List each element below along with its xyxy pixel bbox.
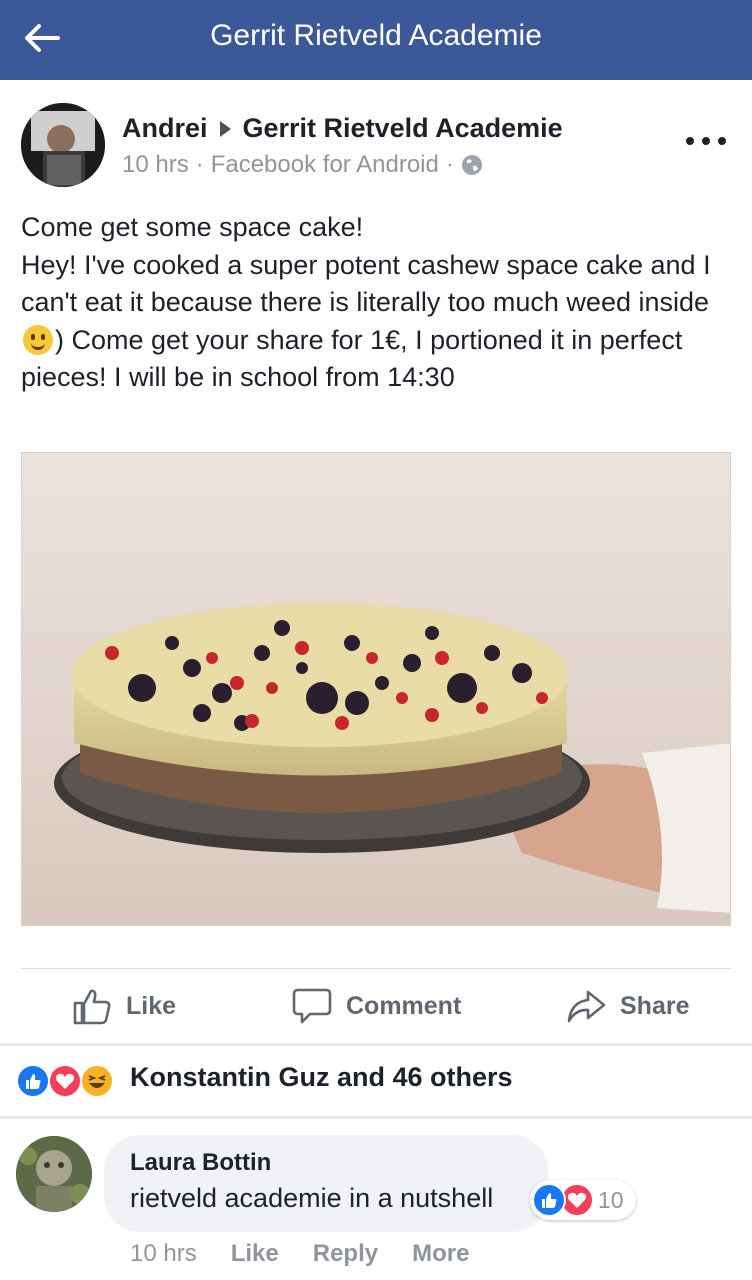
post-meta: 10 hrs · Facebook for Android · xyxy=(122,151,483,179)
comment-like-link[interactable]: Like xyxy=(231,1240,279,1268)
comment-author[interactable]: Laura Bottin xyxy=(130,1149,271,1177)
haha-reaction-icon xyxy=(80,1064,114,1098)
section-separator xyxy=(0,1116,752,1119)
share-button[interactable]: Share xyxy=(566,970,689,1042)
avatar-image xyxy=(16,1136,92,1212)
comment-actions: 10 hrs Like Reply More xyxy=(130,1240,503,1268)
meta-separator: · xyxy=(195,151,204,178)
meta-separator: · xyxy=(445,151,454,178)
reactions-summary[interactable]: Konstantin Guz and 46 others xyxy=(0,1046,752,1116)
page-title: Gerrit Rietveld Academie xyxy=(210,19,542,52)
globe-icon xyxy=(461,155,482,175)
avatar-image xyxy=(21,103,105,187)
share-arrow-icon xyxy=(567,990,606,1023)
commenter-avatar[interactable] xyxy=(16,1136,92,1212)
thumbs-up-icon xyxy=(73,989,111,1025)
group-name[interactable]: Gerrit Rietveld Academie xyxy=(243,113,563,144)
comment-button[interactable]: Comment xyxy=(292,970,461,1042)
comment-reactions[interactable]: 10 xyxy=(530,1180,636,1220)
post-paragraph: Hey! I've cooked a super potent cashew s… xyxy=(21,247,736,397)
comment-reply-link[interactable]: Reply xyxy=(313,1240,378,1268)
reactions-summary-text: Konstantin Guz and 46 others xyxy=(130,1062,513,1092)
like-reaction-icon xyxy=(16,1064,50,1098)
dot-icon xyxy=(702,137,710,145)
post-action-bar: Like Comment Share xyxy=(0,970,752,1042)
post-text-part: ) Come get your share for 1€, I portione… xyxy=(21,324,683,393)
comment-text: rietveld academie in a nutshell xyxy=(130,1183,494,1213)
like-label: Like xyxy=(126,991,177,1020)
love-reaction-icon xyxy=(48,1064,82,1098)
reaction-icons xyxy=(16,1064,122,1098)
author-name[interactable]: Andrei xyxy=(122,113,208,144)
post-time[interactable]: 10 hrs xyxy=(122,151,189,179)
comment-time[interactable]: 10 hrs xyxy=(130,1240,197,1268)
comment-bubble[interactable]: Laura Bottin rietveld academie in a nuts… xyxy=(104,1135,548,1232)
author-avatar[interactable] xyxy=(21,103,105,187)
like-button[interactable]: Like xyxy=(72,970,176,1042)
author-line: Andrei Gerrit Rietveld Academie xyxy=(122,113,563,144)
more-options-button[interactable] xyxy=(686,126,726,156)
post-source: Facebook for Android xyxy=(210,151,439,178)
divider xyxy=(21,968,731,969)
comment-more-link[interactable]: More xyxy=(412,1240,469,1268)
post-title: Come get some space cake! xyxy=(21,212,364,242)
post-body: Come get some space cake! Hey! I've cook… xyxy=(21,209,736,397)
post-header: Andrei Gerrit Rietveld Academie 10 hrs ·… xyxy=(0,98,752,193)
top-app-bar: Gerrit Rietveld Academie xyxy=(0,0,752,80)
smiley-emoji-icon xyxy=(23,324,53,355)
dot-icon xyxy=(686,137,694,145)
comment-label: Comment xyxy=(346,991,462,1020)
post-photo[interactable] xyxy=(21,452,731,926)
cake-photo xyxy=(22,453,730,925)
share-label: Share xyxy=(620,991,690,1020)
comment-bubble-icon xyxy=(292,988,332,1024)
triangle-right-icon xyxy=(219,120,231,137)
post-text-part: Hey! I've cooked a super potent cashew s… xyxy=(21,249,711,318)
dot-icon xyxy=(718,137,726,145)
like-reaction-icon xyxy=(532,1183,566,1217)
comment-reaction-count: 10 xyxy=(598,1186,624,1213)
